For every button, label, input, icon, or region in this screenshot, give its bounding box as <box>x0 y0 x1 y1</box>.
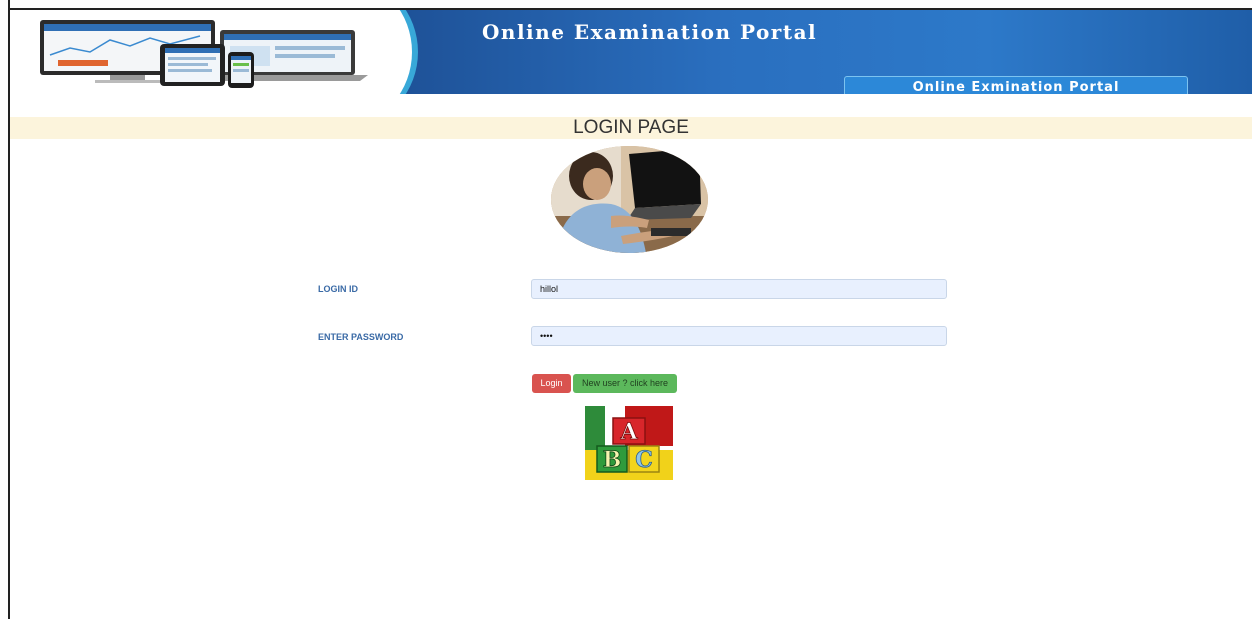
login-id-label: LOGIN ID <box>318 284 358 294</box>
password-input[interactable] <box>531 326 947 346</box>
site-title: Online Examination Portal <box>482 20 818 44</box>
avatar-illustration <box>551 146 708 253</box>
abc-blocks-icon: A B C <box>585 406 673 480</box>
person-at-laptop-icon <box>551 146 708 253</box>
login-id-input[interactable] <box>531 279 947 299</box>
devices-illustration-icon <box>40 20 368 88</box>
login-page: Online Examination Portal Online Exminat… <box>0 0 1252 619</box>
block-b-letter: B <box>603 447 622 473</box>
block-c-letter: C <box>635 447 653 473</box>
page-title-strip: LOGIN PAGE <box>10 117 1252 139</box>
password-label: ENTER PASSWORD <box>318 332 404 342</box>
page-title: LOGIN PAGE <box>573 117 689 138</box>
login-button[interactable]: Login <box>532 374 571 393</box>
banner-wave-shape <box>372 10 412 94</box>
banner-tag: Online Exmination Portal <box>844 76 1188 94</box>
header-banner: Online Examination Portal Online Exminat… <box>10 10 1252 94</box>
block-a-letter: A <box>619 419 638 445</box>
banner-blue-panel: Online Examination Portal Online Exminat… <box>372 10 1252 94</box>
new-user-button[interactable]: New user ? click here <box>573 374 677 393</box>
